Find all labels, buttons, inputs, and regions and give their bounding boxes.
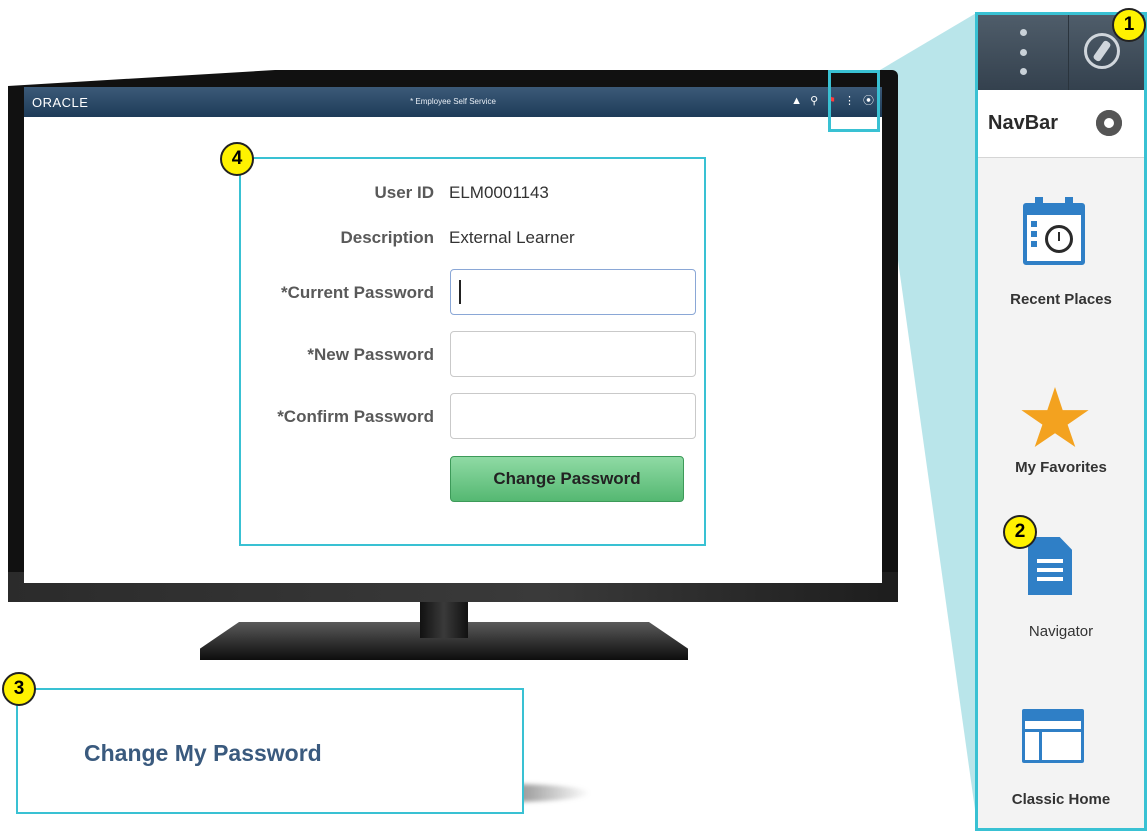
compass-navbar-icon[interactable] <box>1084 33 1120 69</box>
kebab-menu-icon[interactable] <box>1018 29 1028 75</box>
change-password-form: User ID ELM0001143 Description External … <box>239 157 706 546</box>
change-my-password-callout: Change My Password <box>16 688 524 814</box>
navbar-button-highlight <box>828 70 880 132</box>
navbar-item-label: Recent Places <box>1010 291 1112 308</box>
oracle-header-bar: ORACLE * Employee Self Service ▲ ⚲ ⚑ ⋮ ⦿ <box>24 87 882 117</box>
confirm-password-field[interactable] <box>450 393 696 439</box>
navbar-item-label: Classic Home <box>1011 791 1111 808</box>
description-label: Description <box>340 228 434 247</box>
navbar-header: NavBar <box>978 90 1144 158</box>
calendar-clock-icon <box>1023 197 1085 265</box>
text-caret <box>459 280 461 304</box>
description-row: Description External Learner <box>241 228 704 268</box>
navbar-item-label: My Favorites <box>1015 459 1107 476</box>
user-id-value: ELM0001143 <box>449 183 549 202</box>
gear-icon[interactable] <box>1092 106 1126 140</box>
change-password-button[interactable]: Change Password <box>450 456 684 502</box>
change-my-password-link[interactable]: Change My Password <box>84 740 322 767</box>
search-icon[interactable]: ⚲ <box>810 93 818 109</box>
confirm-password-label: *Confirm Password <box>277 407 434 426</box>
navbar-item-my-favorites[interactable]: My Favorites <box>978 387 1144 487</box>
callout-badge-4: 4 <box>220 142 254 176</box>
navbar-item-label: Navigator <box>1028 623 1094 640</box>
description-value: External Learner <box>449 228 575 247</box>
navbar-panel: NavBar Recent Places My Favorites Naviga… <box>975 12 1147 831</box>
window-title: * Employee Self Service <box>410 97 496 106</box>
window-icon <box>1022 709 1084 763</box>
callout-badge-3: 3 <box>2 672 36 706</box>
star-icon <box>1021 387 1089 448</box>
navbar-divider <box>1068 15 1069 90</box>
new-password-label: *New Password <box>307 345 434 364</box>
callout-badge-1: 1 <box>1112 8 1146 42</box>
navbar-item-navigator[interactable]: Navigator <box>978 537 1144 647</box>
navbar-title: NavBar <box>988 112 1059 134</box>
navbar-item-classic-home[interactable]: Classic Home <box>978 709 1144 819</box>
user-id-row: User ID ELM0001143 <box>241 183 704 223</box>
monitor-stand-neck <box>420 602 468 638</box>
home-icon[interactable]: ▲ <box>791 93 802 109</box>
current-password-field[interactable] <box>450 269 696 315</box>
document-icon <box>1028 537 1072 595</box>
new-password-field[interactable] <box>450 331 696 377</box>
current-password-label: *Current Password <box>280 283 434 302</box>
callout-badge-2: 2 <box>1003 515 1037 549</box>
navbar-item-recent-places[interactable]: Recent Places <box>978 197 1144 343</box>
user-id-label: User ID <box>374 183 434 202</box>
